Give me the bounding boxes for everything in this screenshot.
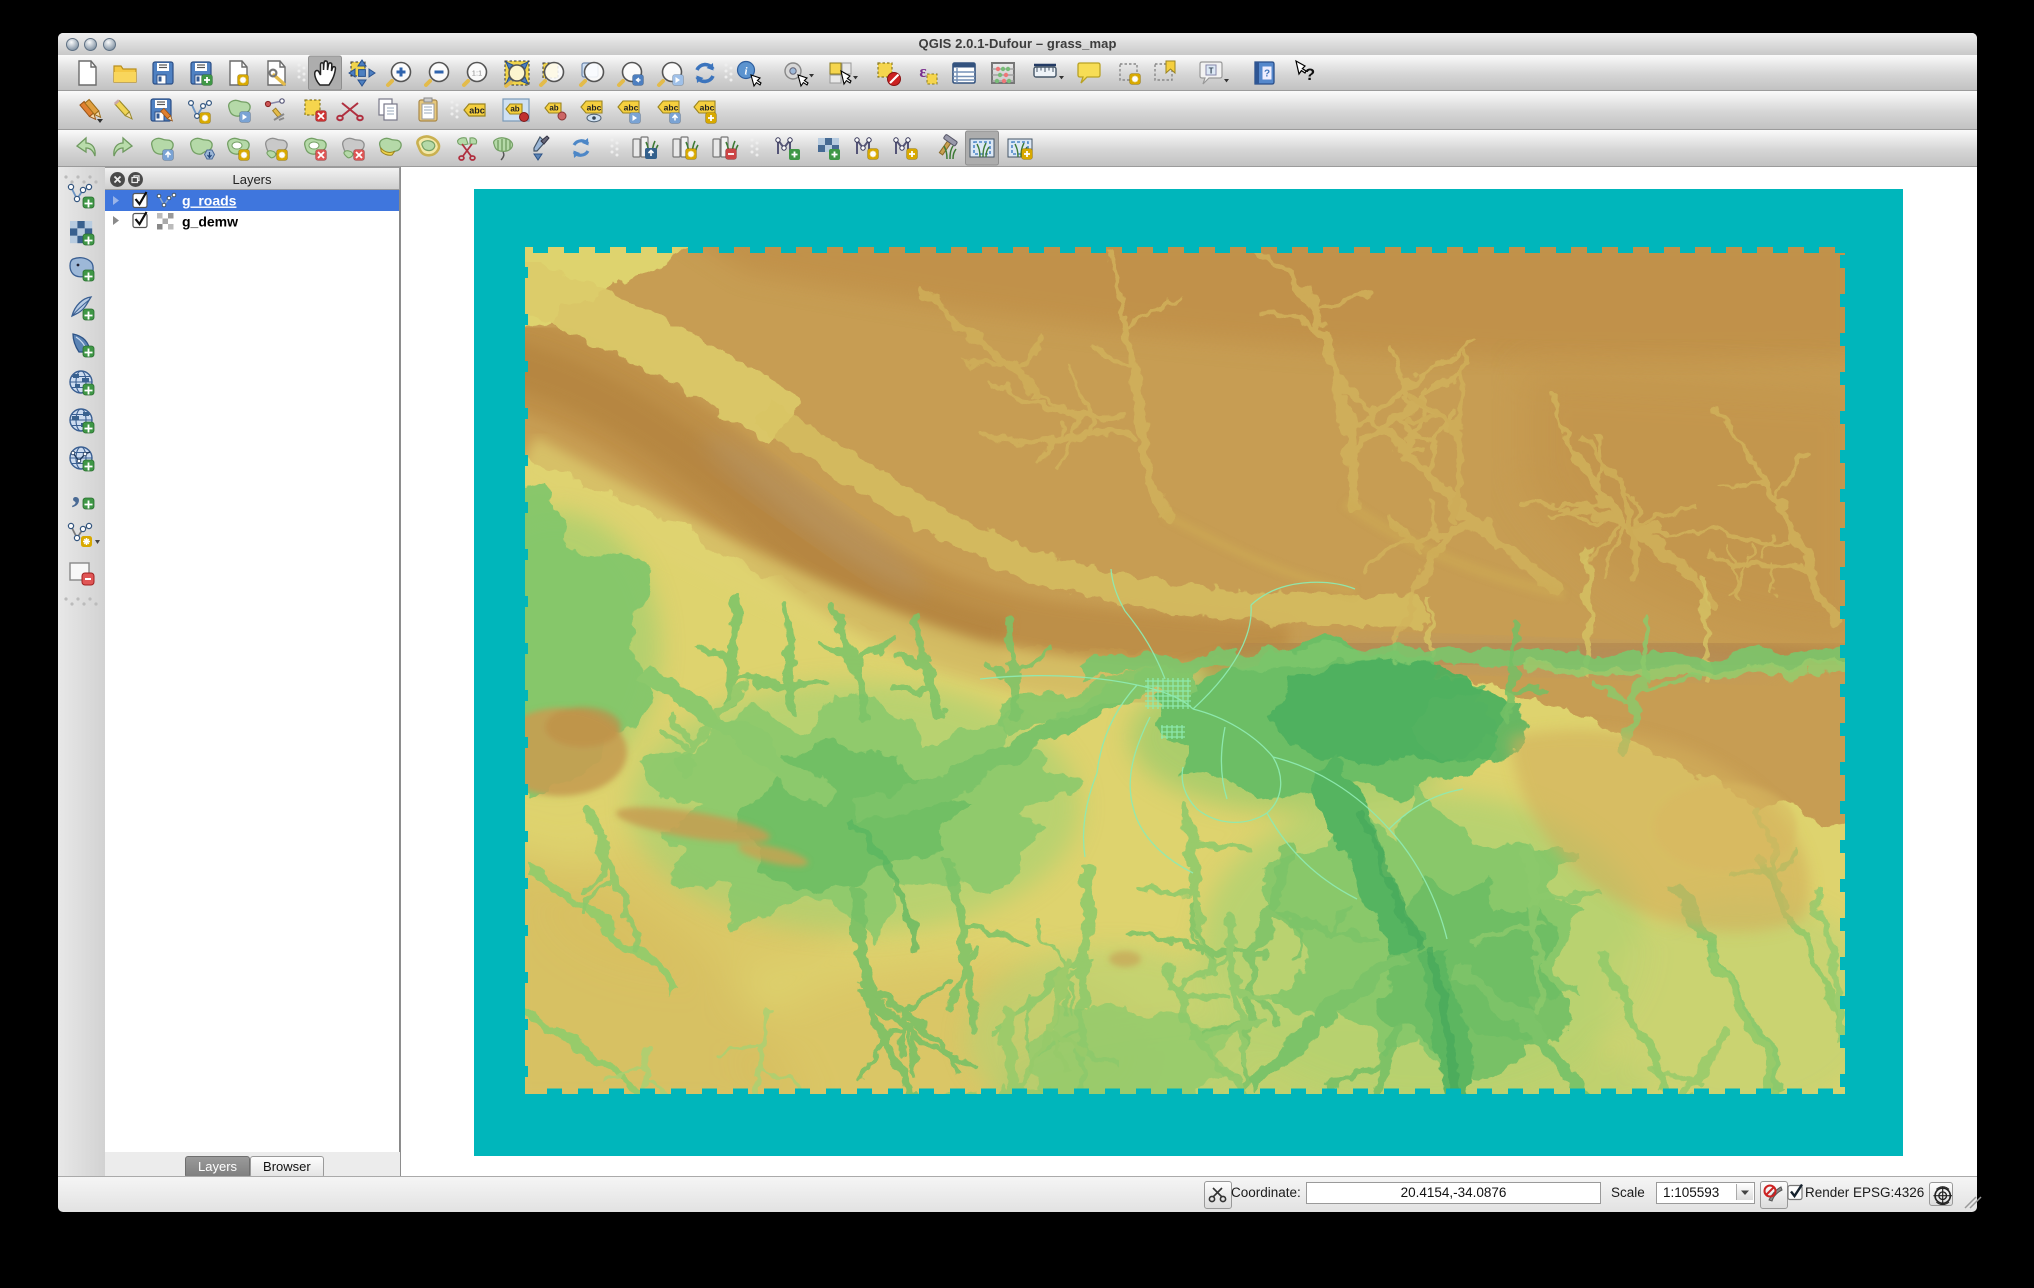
svg-text:abc: abc bbox=[624, 103, 639, 113]
svg-text:ab: ab bbox=[549, 104, 558, 113]
svg-text:ab: ab bbox=[510, 105, 519, 114]
svg-text:abc: abc bbox=[700, 103, 715, 113]
svg-text:g_roads: g_roads bbox=[182, 193, 237, 209]
svg-text:ε: ε bbox=[919, 62, 926, 81]
svg-text:g_demw: g_demw bbox=[182, 214, 238, 230]
svg-text:1:1: 1:1 bbox=[472, 68, 482, 77]
svg-text:T: T bbox=[1209, 67, 1214, 76]
svg-text:abc: abc bbox=[469, 106, 485, 116]
svg-text:abc: abc bbox=[587, 103, 602, 113]
svg-text:,: , bbox=[72, 473, 81, 510]
svg-text:?: ? bbox=[1305, 65, 1315, 84]
svg-text:?: ? bbox=[1264, 69, 1270, 80]
svg-text:abc: abc bbox=[664, 103, 679, 113]
